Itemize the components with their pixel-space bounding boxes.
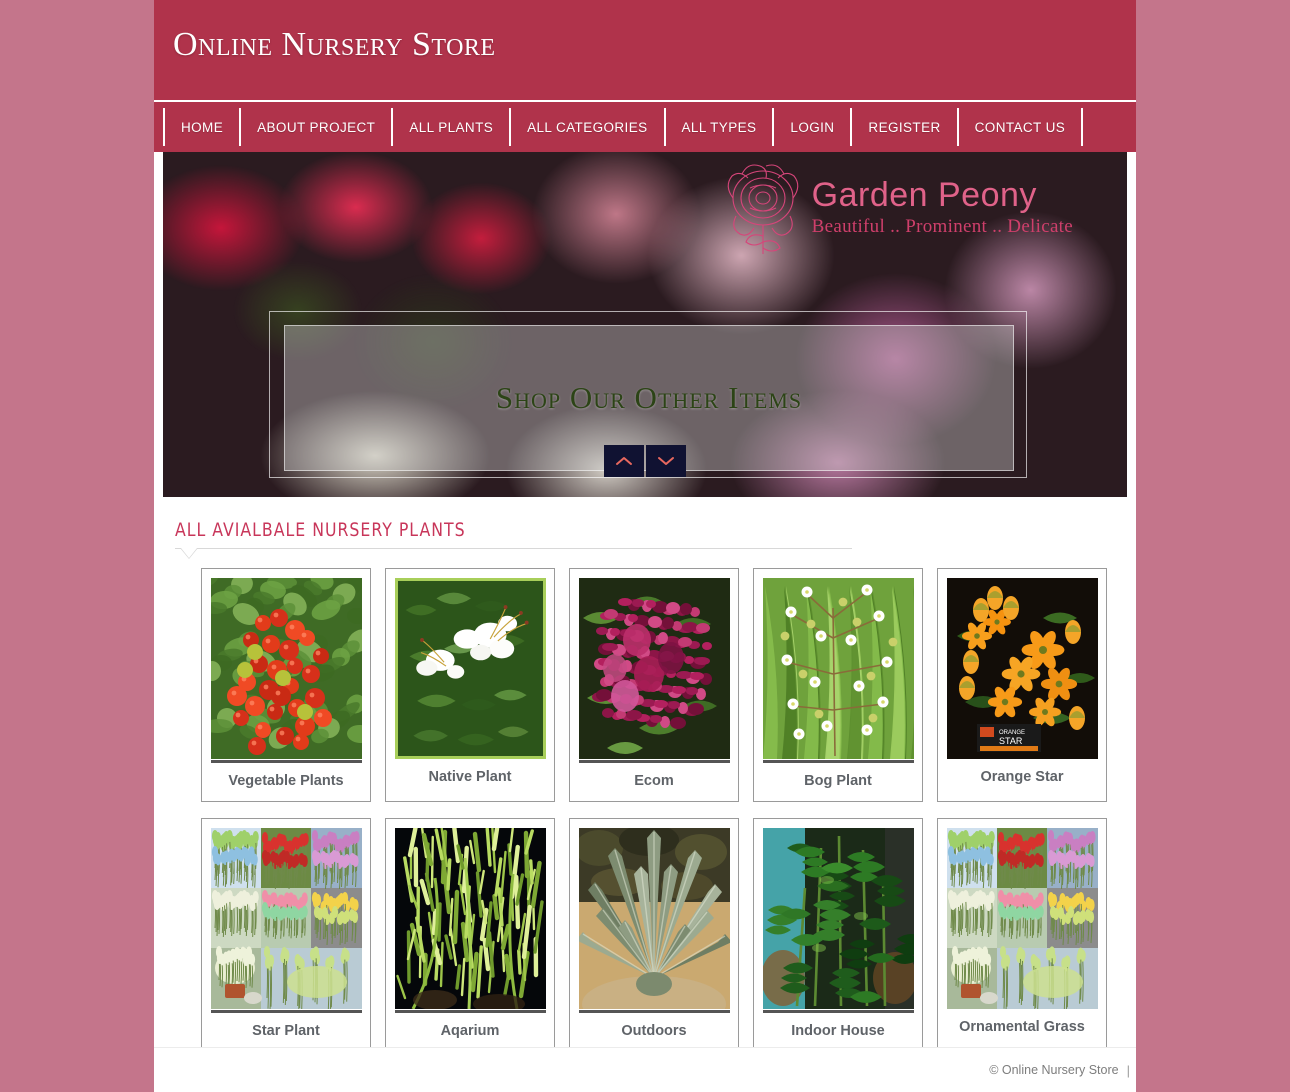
footer-separator: | <box>1126 1062 1130 1078</box>
nav-item-register[interactable]: Register <box>852 108 959 146</box>
product-card[interactable]: Ecom <box>569 568 739 802</box>
product-label: Aqarium <box>440 1022 500 1039</box>
section-heading-notch <box>180 548 198 559</box>
nav-item-contact-us[interactable]: Contact Us <box>959 108 1084 146</box>
nav-item-login[interactable]: Login <box>774 108 853 146</box>
slider-caption: Shop Our Other Items <box>495 380 803 415</box>
logo-text-block: Garden Peony Beautiful .. Prominent .. D… <box>811 176 1073 238</box>
site-header: Online Nursery Store <box>154 0 1136 100</box>
product-label: Indoor House <box>791 1022 885 1039</box>
product-card[interactable]: Bog Plant <box>753 568 923 802</box>
aquarium-plant-thumb <box>394 827 546 1009</box>
product-label: Vegetable Plants <box>228 773 344 789</box>
product-label: Ornamental Grass <box>959 1018 1085 1035</box>
main-content: All Avialbale Nursery Plants Vegetable P… <box>154 497 1136 1052</box>
main-navigation: Home About Project All Plants All Categorie… <box>154 100 1136 152</box>
hero-slider: Garden Peony Beautiful .. Prominent .. D… <box>163 152 1127 497</box>
footer-copyright: © Online Nursery Store <box>989 1063 1119 1077</box>
site-title: Online Nursery Store <box>173 26 496 63</box>
chevron-down-icon <box>658 457 674 465</box>
card-divider <box>578 760 730 763</box>
product-card[interactable]: Ornamental Grass <box>937 817 1107 1052</box>
product-grid: Vegetable Plants Native Plant Ecom Bog Plan… <box>201 568 1117 1052</box>
site-footer: © Online Nursery Store | <box>154 1047 1136 1092</box>
slider-controls <box>604 445 686 477</box>
product-label: Outdoors <box>621 1022 687 1039</box>
agave-thumb <box>578 827 730 1009</box>
nav-item-home[interactable]: Home <box>163 108 242 146</box>
zz-plant-thumb <box>762 827 914 1009</box>
product-card[interactable]: Outdoors <box>569 817 739 1052</box>
slider-prev-button[interactable] <box>604 445 644 477</box>
product-card[interactable]: Aqarium <box>385 817 555 1052</box>
product-label: Star Plant <box>252 1022 320 1039</box>
nav-item-about-project[interactable]: About Project <box>241 108 394 146</box>
chevron-up-icon <box>616 457 632 465</box>
product-card[interactable]: Indoor House <box>753 817 923 1052</box>
svg-text:STAR: STAR <box>999 736 1023 746</box>
nav-item-all-types[interactable]: All Types <box>666 108 775 146</box>
card-divider <box>394 1009 546 1013</box>
product-card[interactable]: Native Plant <box>385 568 555 802</box>
product-card[interactable]: Vegetable Plants <box>201 568 371 802</box>
product-label: Native Plant <box>428 769 512 785</box>
logo-tagline: Beautiful .. Prominent .. Delicate <box>811 215 1073 237</box>
product-card[interactable]: Star Plant <box>201 817 371 1052</box>
slider-next-button[interactable] <box>646 445 686 477</box>
card-divider <box>578 1009 730 1013</box>
tomato-plant-thumb <box>210 578 362 759</box>
card-divider <box>210 760 362 763</box>
product-card[interactable]: ORANGE STAR Orange Star <box>937 568 1107 802</box>
peony-flower-icon <box>727 164 798 254</box>
logo-title: Garden Peony <box>811 176 1037 215</box>
nav-item-all-categories[interactable]: All Categories <box>511 108 666 146</box>
grass-collage-thumb <box>210 827 362 1009</box>
nav-item-all-plants[interactable]: All Plants <box>393 108 512 146</box>
magenta-flower-thumb <box>578 578 730 759</box>
product-label: Ecom <box>634 773 674 789</box>
page-container: Online Nursery Store Home About Project Al… <box>154 0 1136 1092</box>
footer-inner: © Online Nursery Store | <box>154 1048 1136 1092</box>
grass-collage-thumb <box>946 827 1098 1009</box>
garden-peony-logo: Garden Peony Beautiful .. Prominent .. D… <box>720 158 1073 258</box>
card-divider <box>762 1009 914 1013</box>
orange-star-thumb: ORANGE STAR <box>946 578 1098 759</box>
white-azalea-thumb <box>394 578 546 759</box>
section-heading: All Avialbale Nursery Plants <box>175 519 466 541</box>
product-label: Orange Star <box>980 769 1064 785</box>
card-divider <box>210 1009 362 1013</box>
section-heading-rule <box>175 548 852 559</box>
bog-greens-thumb <box>762 578 914 759</box>
product-label: Bog Plant <box>804 773 872 789</box>
card-divider <box>762 760 914 763</box>
